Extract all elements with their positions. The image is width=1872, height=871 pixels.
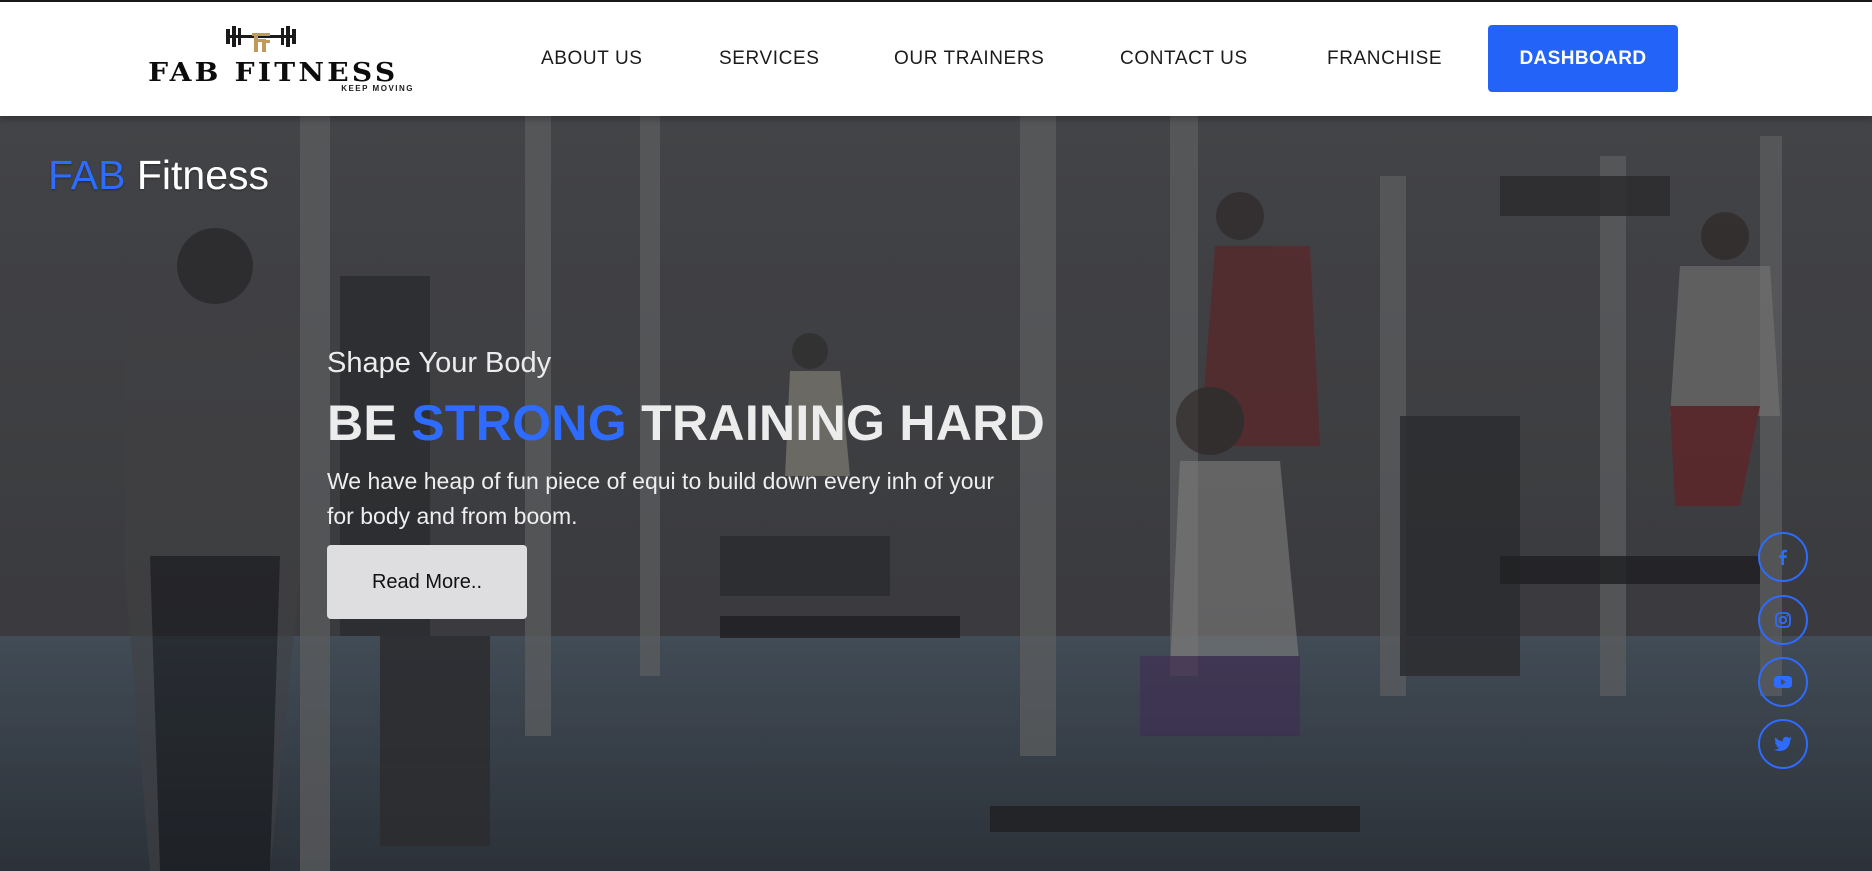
youtube-icon bbox=[1774, 676, 1792, 688]
instagram-link[interactable] bbox=[1758, 595, 1808, 645]
dashboard-button[interactable]: DASHBOARD bbox=[1488, 25, 1678, 92]
site-logo[interactable]: FAB FITNESS KEEP MOVING bbox=[108, 22, 414, 96]
hero-brand: FAB Fitness bbox=[48, 152, 269, 199]
hero-section: FAB Fitness Shape Your Body BE STRONG TR… bbox=[0, 116, 1872, 871]
hero-description: We have heap of fun piece of equi to bui… bbox=[327, 468, 995, 529]
read-more-button[interactable]: Read More.. bbox=[327, 545, 527, 619]
instagram-icon bbox=[1775, 612, 1791, 628]
hero-title-accent: STRONG bbox=[411, 395, 627, 451]
nav-franchise[interactable]: FRANCHISE bbox=[1327, 48, 1442, 70]
hero-subtitle: Shape Your Body bbox=[327, 347, 552, 379]
nav-contact-us[interactable]: CONTACT US bbox=[1120, 48, 1248, 70]
twitter-icon bbox=[1774, 736, 1792, 751]
logo-tagline: KEEP MOVING bbox=[341, 84, 414, 93]
nav-services[interactable]: SERVICES bbox=[719, 48, 820, 70]
nav-our-trainers[interactable]: OUR TRAINERS bbox=[894, 48, 1044, 70]
brand-fitness: Fitness bbox=[136, 152, 270, 198]
nav-about-us[interactable]: ABOUT US bbox=[541, 48, 643, 70]
facebook-link[interactable] bbox=[1758, 532, 1808, 582]
dumbbell-logo-icon bbox=[226, 26, 296, 52]
hero-title-part2: TRAINING HARD bbox=[641, 395, 1046, 451]
hero-title: BE STRONG TRAINING HARD bbox=[327, 394, 1045, 452]
site-header: FAB FITNESS KEEP MOVING ABOUT US SERVICE… bbox=[0, 2, 1872, 116]
youtube-link[interactable] bbox=[1758, 657, 1808, 707]
brand-fab: FAB bbox=[48, 152, 126, 198]
hero-title-part1: BE bbox=[327, 395, 398, 451]
twitter-link[interactable] bbox=[1758, 719, 1808, 769]
facebook-icon bbox=[1778, 549, 1787, 565]
